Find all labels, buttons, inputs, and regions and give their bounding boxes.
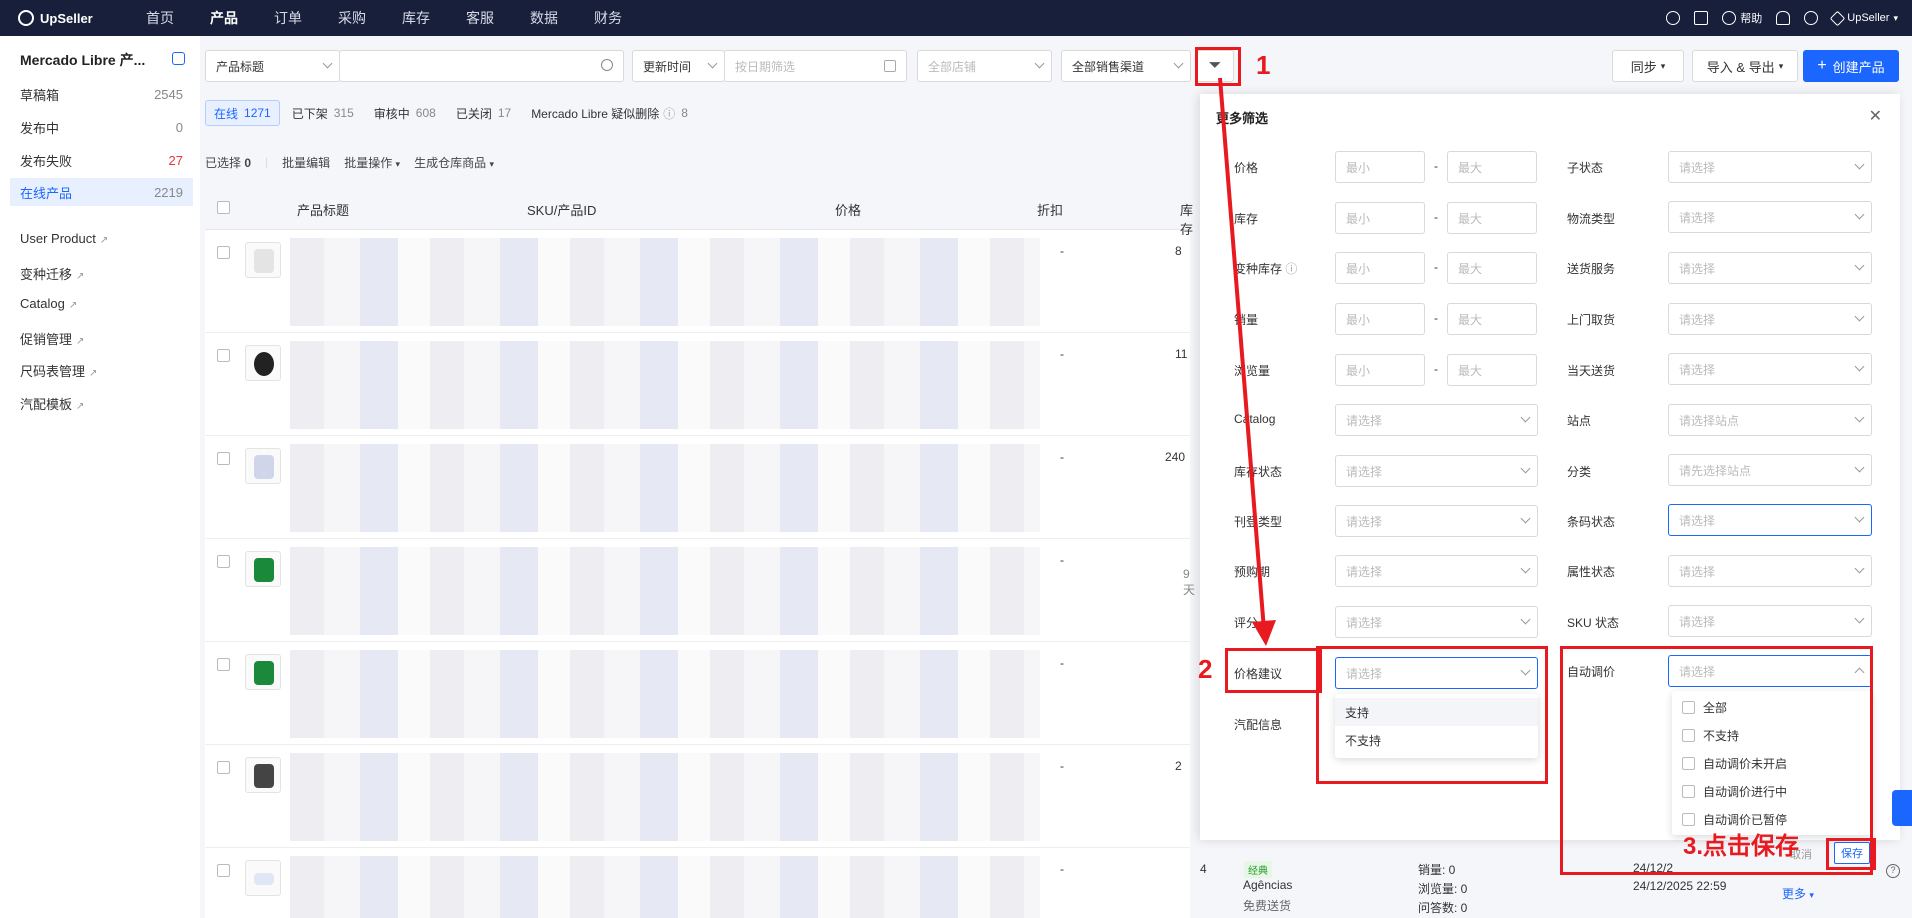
annotation-arrow (1218, 77, 1276, 646)
